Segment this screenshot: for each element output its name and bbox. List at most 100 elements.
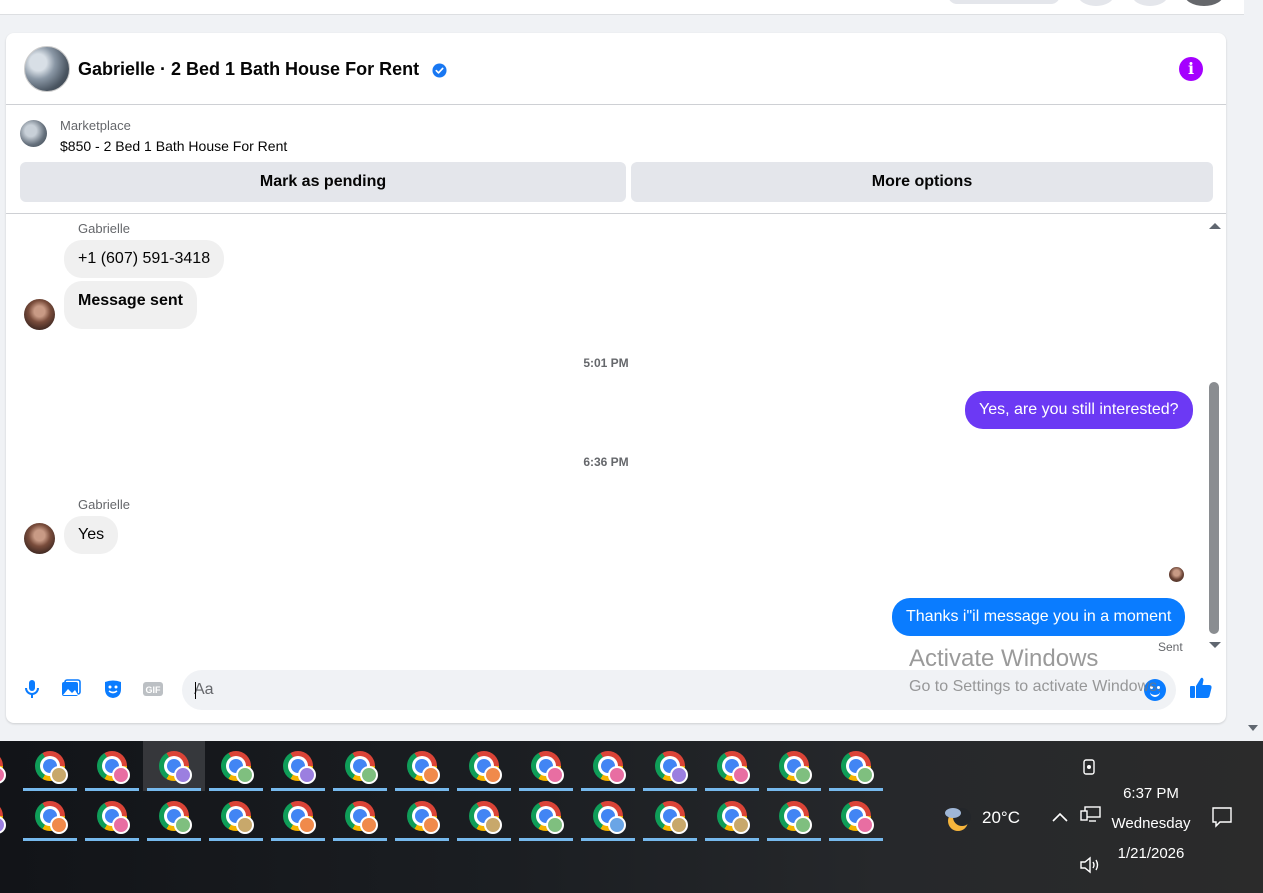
message-status: Sent [1158,640,1183,654]
microphone-icon[interactable] [21,678,43,700]
running-indicator [581,838,635,841]
thread-scrollbar[interactable] [1206,215,1224,655]
thumbs-up-icon[interactable] [1188,675,1214,701]
emoji-icon[interactable] [1144,679,1166,701]
moon-cloud-icon[interactable] [942,805,972,842]
chrome-icon[interactable] [639,741,701,791]
chrome-icon[interactable] [701,741,763,791]
profile-badge-icon [0,816,6,834]
scroll-down-arrow[interactable] [1209,642,1221,648]
running-indicator [767,838,821,841]
chrome-icon[interactable] [391,741,453,791]
profile-badge-icon [50,816,68,834]
network-icon[interactable] [1080,805,1102,825]
profile-badge-icon [732,766,750,784]
chat-header: Gabrielle · 2 Bed 1 Bath House For Rent … [6,33,1226,105]
nav-pill-button[interactable] [948,0,1060,4]
chrome-icon[interactable] [143,741,205,791]
chrome-icon[interactable] [763,791,825,841]
chrome-icon[interactable] [329,791,391,841]
scroll-up-arrow[interactable] [1209,223,1221,229]
gif-icon[interactable]: GIF [142,678,164,700]
chrome-icon[interactable] [701,791,763,841]
conversation-title-text: Gabrielle · 2 Bed 1 Bath House For Rent [78,59,420,79]
profile-badge-icon [794,766,812,784]
profile-badge-icon [422,766,440,784]
chrome-icon[interactable] [329,741,391,791]
profile-badge-icon [298,816,316,834]
profile-badge-icon [236,766,254,784]
running-indicator [85,838,139,841]
chrome-icon[interactable] [639,791,701,841]
chrome-icon[interactable] [825,791,887,841]
incoming-message-bubble[interactable]: +1 (607) 591-3418 [64,240,225,278]
profile-badge-icon [50,766,68,784]
windows-taskbar: 20°C 6:37 PM Wednesday 1/21/2026 [0,741,1263,893]
chrome-icon[interactable] [267,741,329,791]
profile-badge-icon [0,766,6,784]
chrome-icon[interactable] [0,741,19,791]
message-thread: Gabrielle +1 (607) 591-3418 Message sent… [6,215,1226,655]
nav-menu-button[interactable] [1078,0,1114,6]
message-input-container[interactable] [182,670,1176,710]
chrome-icon[interactable] [143,791,205,841]
chrome-icon[interactable] [205,741,267,791]
chrome-icon[interactable] [577,741,639,791]
chrome-icon[interactable] [577,791,639,841]
incoming-message-bubble[interactable]: Message sent [64,281,197,329]
account-avatar[interactable] [1184,0,1224,6]
page-scrollbar[interactable] [1244,0,1263,741]
profile-badge-icon [546,816,564,834]
chrome-icon[interactable] [19,741,81,791]
weather-temperature[interactable]: 20°C [982,808,1020,828]
photo-icon[interactable] [60,678,82,700]
profile-badge-icon [732,816,750,834]
message-input[interactable] [194,670,1134,710]
chrome-icon[interactable] [81,741,143,791]
chrome-icon[interactable] [19,791,81,841]
listing-avatar[interactable] [24,46,70,92]
chrome-icon[interactable] [0,791,19,841]
chrome-icon[interactable] [515,791,577,841]
sender-avatar[interactable] [24,523,55,554]
read-receipt-avatar [1169,567,1184,582]
svg-text:GIF: GIF [146,685,162,695]
profile-badge-icon [112,766,130,784]
profile-badge-icon [794,816,812,834]
marketplace-label: Marketplace [60,118,131,133]
volume-icon[interactable] [1078,855,1102,875]
incoming-message-bubble[interactable]: Yes [64,516,119,554]
notification-center-icon[interactable] [1210,805,1234,829]
running-indicator [271,838,325,841]
nav-notifications-button[interactable] [1132,0,1168,6]
conversation-title[interactable]: Gabrielle · 2 Bed 1 Bath House For Rent [78,59,447,80]
chrome-icon[interactable] [267,791,329,841]
outgoing-message-bubble[interactable]: Thanks i"il message you in a moment [892,598,1186,636]
chrome-icon[interactable] [763,741,825,791]
chrome-icon[interactable] [453,791,515,841]
chrome-icon[interactable] [825,741,887,791]
clock-day: Wednesday [1111,815,1191,832]
chevron-up-icon[interactable] [1051,810,1069,824]
chrome-icon[interactable] [453,741,515,791]
taskbar-clock[interactable]: 6:37 PM Wednesday 1/21/2026 [1105,779,1197,869]
outgoing-message-bubble[interactable]: Yes, are you still interested? [965,391,1193,429]
chrome-icon[interactable] [391,791,453,841]
sticker-icon[interactable] [102,678,124,700]
scrollbar-thumb[interactable] [1209,382,1219,634]
meet-now-icon[interactable] [1080,757,1100,777]
chrome-icon[interactable] [81,791,143,841]
listing-thumbnail[interactable] [20,120,47,147]
running-indicator [519,838,573,841]
running-indicator [457,838,511,841]
top-navigation-bar [0,0,1244,15]
more-options-button[interactable]: More options [631,162,1213,202]
page-scroll-down-arrow[interactable] [1248,725,1258,731]
chrome-icon[interactable] [515,741,577,791]
mark-as-pending-button[interactable]: Mark as pending [20,162,626,202]
message-sender-name: Gabrielle [78,497,131,512]
info-icon[interactable]: i [1179,57,1203,81]
listing-title[interactable]: $850 - 2 Bed 1 Bath House For Rent [60,138,287,154]
sender-avatar[interactable] [24,299,55,330]
chrome-icon[interactable] [205,791,267,841]
